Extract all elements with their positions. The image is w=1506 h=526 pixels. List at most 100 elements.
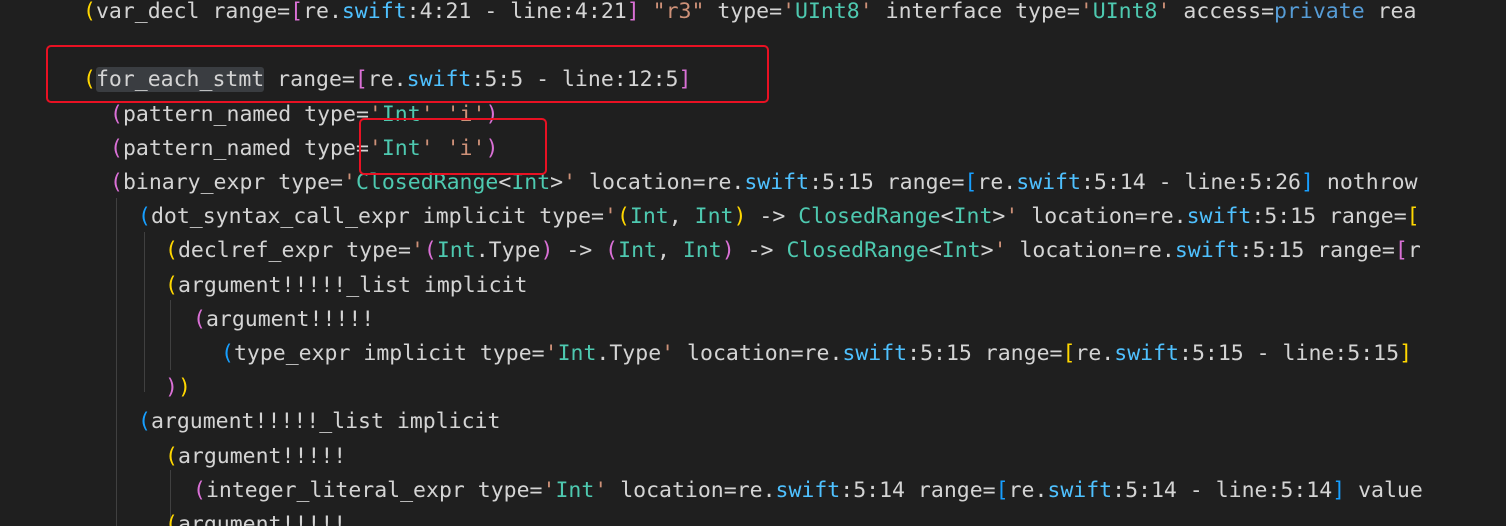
code-token: location=re.	[576, 170, 745, 195]
code-token: rea	[1364, 0, 1417, 24]
code-token: UInt8	[1092, 0, 1158, 24]
code-token: type_expr implicit type=	[233, 341, 545, 366]
code-token: binary_expr type=	[122, 170, 344, 195]
code-token: swift	[744, 170, 810, 195]
code-token: (	[110, 102, 123, 127]
code-token: (	[138, 409, 151, 434]
code-token: >	[992, 204, 1006, 229]
code-line-15[interactable]: (integer_literal_expr type='Int' locatio…	[0, 474, 1506, 508]
code-line-9[interactable]: (argument!!!!!_list implicit	[0, 269, 1506, 303]
code-token: )	[177, 375, 191, 400]
code-token: argument!!!!!	[205, 307, 375, 332]
code-token: (	[138, 204, 151, 229]
code-line-13[interactable]: (argument!!!!!_list implicit	[0, 405, 1506, 439]
code-token: '	[544, 341, 558, 366]
code-token: Int	[436, 238, 476, 263]
code-token: ]	[626, 0, 640, 24]
code-token: (	[165, 444, 178, 469]
code-token: nothrow	[1313, 170, 1418, 195]
code-token: swift	[775, 478, 841, 503]
code-token: value	[1345, 478, 1423, 503]
code-token: [	[1062, 341, 1076, 366]
code-token: swift	[842, 341, 908, 366]
code-token: ,	[656, 238, 683, 263]
code-token: private	[1274, 0, 1365, 24]
code-token: <	[940, 204, 954, 229]
code-token: re.	[977, 170, 1017, 195]
code-token: [	[964, 170, 978, 195]
code-token: '	[410, 238, 424, 263]
code-token: location=re.	[674, 341, 843, 366]
code-token: "r3"	[652, 0, 705, 24]
code-line-12[interactable]: ))	[0, 371, 1506, 405]
code-token: pattern_named type=	[122, 136, 369, 161]
code-token: swift	[1174, 238, 1240, 263]
code-token: )	[733, 204, 747, 229]
code-token: argument!!!!!	[177, 444, 347, 469]
code-token: ->	[746, 204, 799, 229]
code-token: '	[782, 0, 796, 24]
code-token: swift	[1186, 204, 1252, 229]
code-token: :5:15 range=	[1251, 204, 1407, 229]
code-token: argument!!!!!_list implicit	[177, 273, 528, 298]
code-token: ClosedRange	[798, 204, 941, 229]
code-line-6[interactable]: (binary_expr type='ClosedRange<Int>' loc…	[0, 166, 1506, 200]
code-token: (	[165, 273, 178, 298]
code-token: ]	[1332, 478, 1346, 503]
code-token: location=re.	[1018, 204, 1187, 229]
code-editor[interactable]: (var_decl range=[re.swift:4:21 - line:4:…	[0, 0, 1506, 526]
code-line-4[interactable]: (pattern_named type='Int' 'i')	[0, 98, 1506, 132]
code-token: ->	[553, 238, 606, 263]
code-token: Int	[941, 238, 981, 263]
code-token: r	[1407, 238, 1421, 263]
code-token: type=	[704, 0, 783, 24]
code-token: Int	[629, 204, 669, 229]
code-line-11[interactable]: (type_expr implicit type='Int.Type' loca…	[0, 337, 1506, 371]
code-line-1[interactable]: (var_decl range=[re.swift:4:21 - line:4:…	[0, 0, 1506, 29]
code-line-14[interactable]: (argument!!!!!	[0, 440, 1506, 474]
code-token: (	[165, 512, 178, 526]
code-token: re.	[1008, 478, 1048, 503]
code-token: interface type=	[872, 0, 1080, 24]
code-token: declref_expr type=	[177, 238, 411, 263]
code-line-5[interactable]: (pattern_named type='Int' 'i')	[0, 132, 1506, 166]
code-token: (	[110, 170, 123, 195]
code-token: Int	[694, 204, 734, 229]
code-token: :5:15 range=	[907, 341, 1063, 366]
code-token: :5:14 range=	[840, 478, 996, 503]
code-token: :5:15 range=	[809, 170, 965, 195]
code-token: '	[542, 478, 556, 503]
code-token: ]	[1399, 341, 1413, 366]
code-token: [	[995, 478, 1009, 503]
code-line-16[interactable]: (argument!!!!!	[0, 508, 1506, 526]
code-line-10[interactable]: (argument!!!!!	[0, 303, 1506, 337]
code-token: UInt8	[795, 0, 860, 24]
code-token: argument!!!!!	[177, 512, 347, 526]
code-line-7[interactable]: (dot_syntax_call_expr implicit type='(In…	[0, 200, 1506, 234]
code-token: (	[193, 307, 206, 332]
annotation-box-pattern-type	[359, 118, 547, 175]
code-token: location=re.	[607, 478, 776, 503]
code-line-8[interactable]: (declref_expr type='(Int.Type) -> (Int, …	[0, 234, 1506, 268]
code-token: >	[550, 170, 564, 195]
code-token: '	[1005, 204, 1019, 229]
code-token: (	[423, 238, 437, 263]
code-token: Int	[555, 478, 595, 503]
code-token: swift	[1114, 341, 1179, 366]
code-token: '	[563, 170, 577, 195]
code-token: (	[110, 136, 123, 161]
code-token: <	[928, 238, 942, 263]
code-token: :5:14 - line:5:14	[1112, 478, 1333, 503]
code-token: '	[594, 478, 608, 503]
code-token: ->	[734, 238, 787, 263]
code-token: access=	[1170, 0, 1275, 24]
code-token: '	[604, 204, 617, 229]
code-token: '	[661, 341, 675, 366]
annotation-box-for-each-stmt	[46, 45, 769, 103]
code-token: (	[605, 238, 619, 263]
code-token: Int	[682, 238, 722, 263]
code-token: '	[993, 238, 1007, 263]
code-token: '	[859, 0, 873, 24]
code-token: location=re.	[1006, 238, 1175, 263]
